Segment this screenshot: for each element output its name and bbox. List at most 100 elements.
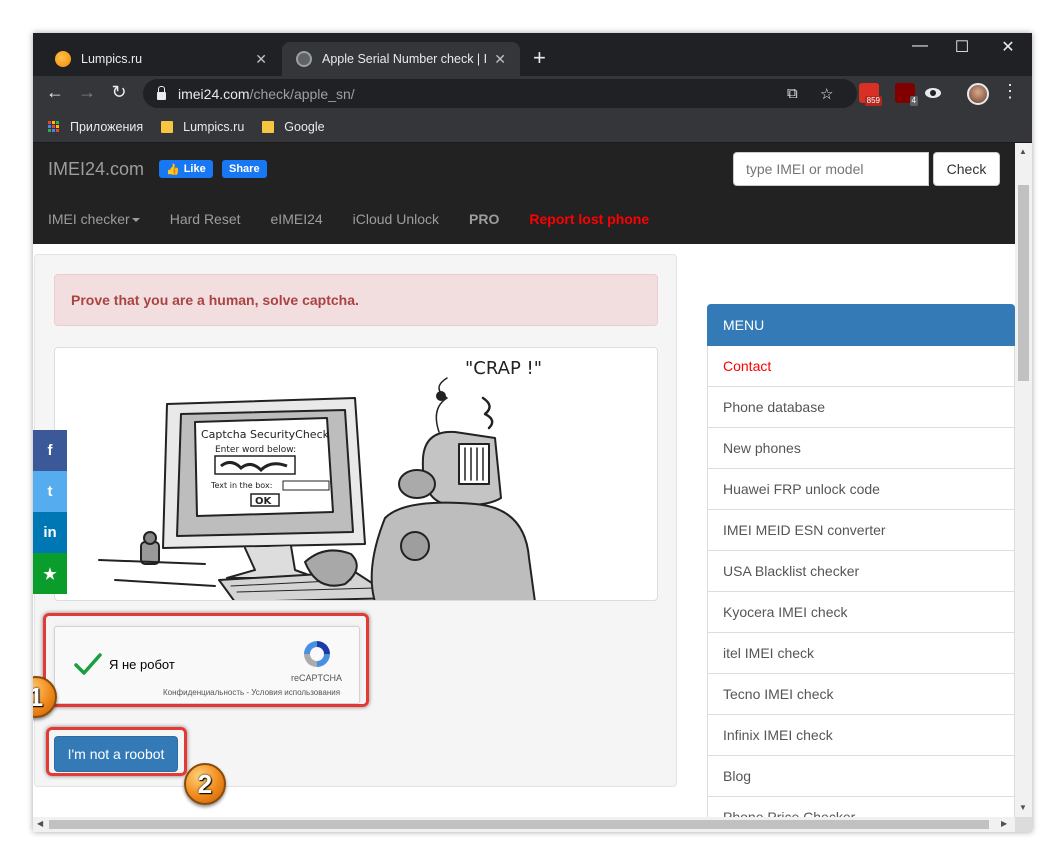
apps-icon [48, 120, 60, 133]
cartoon-screen-prompt: Enter word below: [215, 445, 296, 455]
bookmark-label: Приложения [70, 119, 144, 134]
checkmark-icon[interactable] [73, 649, 103, 679]
nav-report-lost-phone[interactable]: Report lost phone [529, 211, 649, 227]
check-button[interactable]: Check [933, 152, 1000, 186]
recaptcha-widget: Я не робот reCAPTCHA Конфиденциальность … [54, 626, 360, 704]
folder-icon [262, 120, 275, 133]
vertical-scroll-thumb[interactable] [1018, 185, 1029, 381]
step-badge-2: 2 [184, 763, 226, 805]
ublock-extension-icon[interactable]: 4 [895, 83, 918, 106]
menu-item-huawei-frp[interactable]: Huawei FRP unlock code [707, 469, 1015, 510]
url-path: /check/apple_sn/ [249, 85, 355, 102]
menu-item-usa-blacklist[interactable]: USA Blacklist checker [707, 551, 1015, 592]
horizontal-scroll-thumb[interactable] [49, 820, 989, 829]
lumpics-favicon-icon [55, 51, 71, 67]
site-brand[interactable]: IMEI24.com [48, 159, 144, 180]
menu-item-new-phones[interactable]: New phones [707, 428, 1015, 469]
menu-item-blog[interactable]: Blog [707, 756, 1015, 797]
recaptcha-privacy-links[interactable]: Конфиденциальность - Условия использован… [163, 688, 340, 697]
menu-title: MENU [707, 304, 1015, 346]
browser-toolbar: ← → ↻ imei24.com/check/apple_sn/ ⧉ ☆ 859… [33, 76, 1032, 111]
cartoon-screen-title: Captcha SecurityCheck [201, 428, 330, 441]
eye-extension-icon[interactable] [923, 83, 943, 103]
close-icon[interactable]: ✕ [494, 51, 506, 68]
translate-icon[interactable]: ⧉ [787, 85, 798, 102]
url-host: imei24.com [178, 85, 250, 102]
scroll-down-icon[interactable]: ▼ [1019, 803, 1027, 812]
captcha-alert: Prove that you are a human, solve captch… [54, 274, 658, 326]
tab-title: Apple Serial Number check | IMEI [322, 52, 487, 66]
menu-item-contact[interactable]: Contact [707, 346, 1015, 387]
fb-like-button[interactable]: 👍 Like [159, 160, 213, 178]
twitter-share-icon[interactable]: t [33, 471, 67, 512]
menu-item-kyocera[interactable]: Kyocera IMEI check [707, 592, 1015, 633]
favorite-star-icon[interactable]: ★ [33, 553, 67, 594]
close-window-button[interactable]: ✕ [993, 37, 1023, 57]
nav-label: IMEI checker [48, 211, 130, 227]
imei-search-input[interactable] [733, 152, 929, 186]
cartoon-screen-ok: OK [255, 496, 273, 507]
menu-item-itel[interactable]: itel IMEI check [707, 633, 1015, 674]
new-tab-button[interactable]: + [533, 45, 546, 71]
main-nav: IMEI checker Hard Reset eIMEI24 iCloud U… [48, 201, 679, 237]
bookmark-label: Lumpics.ru [183, 119, 245, 134]
page-viewport: IMEI24.com 👍 Like Share Check IMEI check… [33, 143, 1015, 817]
tab-imei24[interactable]: Apple Serial Number check | IMEI ✕ [282, 42, 520, 76]
mail-badge: 859 [864, 96, 882, 106]
reload-button[interactable]: ↻ [107, 82, 131, 103]
menu-item-phone-database[interactable]: Phone database [707, 387, 1015, 428]
back-button[interactable]: ← [43, 82, 67, 103]
scroll-right-icon[interactable]: ▶ [1001, 819, 1007, 828]
scroll-left-icon[interactable]: ◀ [37, 819, 43, 828]
menu-item-infinix[interactable]: Infinix IMEI check [707, 715, 1015, 756]
linkedin-share-icon[interactable]: in [33, 512, 67, 553]
globe-icon [296, 51, 312, 67]
maximize-button[interactable]: ☐ [947, 37, 977, 57]
recaptcha-logo-icon [304, 641, 330, 667]
not-a-robot-button[interactable]: I'm not a roobot [54, 736, 178, 772]
forward-button[interactable]: → [75, 82, 99, 103]
menu-item-price-checker[interactable]: Phone Price Checker [707, 797, 1015, 817]
menu-item-imei-converter[interactable]: IMEI MEID ESN converter [707, 510, 1015, 551]
folder-icon [161, 120, 174, 133]
caret-down-icon [131, 218, 140, 223]
cartoon-speech: "CRAP !" [465, 358, 542, 379]
bookmark-google[interactable]: Google [262, 119, 325, 134]
bookmarks-bar: Приложения Lumpics.ru Google [33, 111, 1032, 143]
menu-item-tecno[interactable]: Tecno IMEI check [707, 674, 1015, 715]
scroll-up-icon[interactable]: ▲ [1019, 147, 1027, 156]
nav-eimei24[interactable]: eIMEI24 [271, 211, 323, 227]
cartoon-screen-text-label: Text in the box: [210, 481, 272, 490]
browser-window: Lumpics.ru ✕ Apple Serial Number check |… [33, 33, 1032, 832]
nav-hard-reset[interactable]: Hard Reset [170, 211, 241, 227]
tab-lumpics[interactable]: Lumpics.ru ✕ [41, 42, 281, 76]
captcha-cartoon: "CRAP !" Captcha SecurityCheck Enter wor… [54, 347, 658, 601]
star-icon[interactable]: ☆ [820, 85, 833, 103]
tab-strip: Lumpics.ru ✕ Apple Serial Number check |… [33, 33, 1032, 76]
bookmark-apps[interactable]: Приложения [48, 120, 143, 134]
horizontal-scrollbar[interactable]: ◀ ▶ [33, 817, 1015, 832]
captcha-panel: Prove that you are a human, solve captch… [34, 254, 677, 787]
recaptcha-label: Я не робот [109, 657, 175, 672]
nav-pro[interactable]: PRO [469, 211, 499, 227]
facebook-share-icon[interactable]: f [33, 430, 67, 471]
address-bar[interactable]: imei24.com/check/apple_sn/ ⧉ ☆ [143, 79, 857, 108]
vertical-scrollbar[interactable]: ▲ ▼ [1015, 143, 1032, 817]
fb-share-button[interactable]: Share [222, 160, 267, 178]
nav-icloud-unlock[interactable]: iCloud Unlock [353, 211, 439, 227]
mail-extension-icon[interactable]: 859 [859, 83, 882, 106]
thumbs-up-icon: 👍 [166, 163, 180, 176]
recaptcha-brand: reCAPTCHA [291, 673, 343, 683]
profile-avatar[interactable] [967, 83, 989, 105]
bookmark-label: Google [284, 119, 325, 134]
close-icon[interactable]: ✕ [255, 51, 267, 68]
sidebar-menu: MENU Contact Phone database New phones H… [707, 304, 1015, 817]
lock-icon [157, 85, 166, 100]
minimize-button[interactable]: — [905, 37, 935, 55]
bookmark-lumpics[interactable]: Lumpics.ru [161, 120, 244, 134]
browser-menu-icon[interactable]: ⋮ [1001, 81, 1019, 102]
site-header: IMEI24.com 👍 Like Share Check IMEI check… [33, 143, 1015, 244]
tab-title: Lumpics.ru [81, 52, 143, 66]
nav-imei-checker[interactable]: IMEI checker [48, 211, 140, 227]
scrollbar-corner [1015, 817, 1032, 832]
